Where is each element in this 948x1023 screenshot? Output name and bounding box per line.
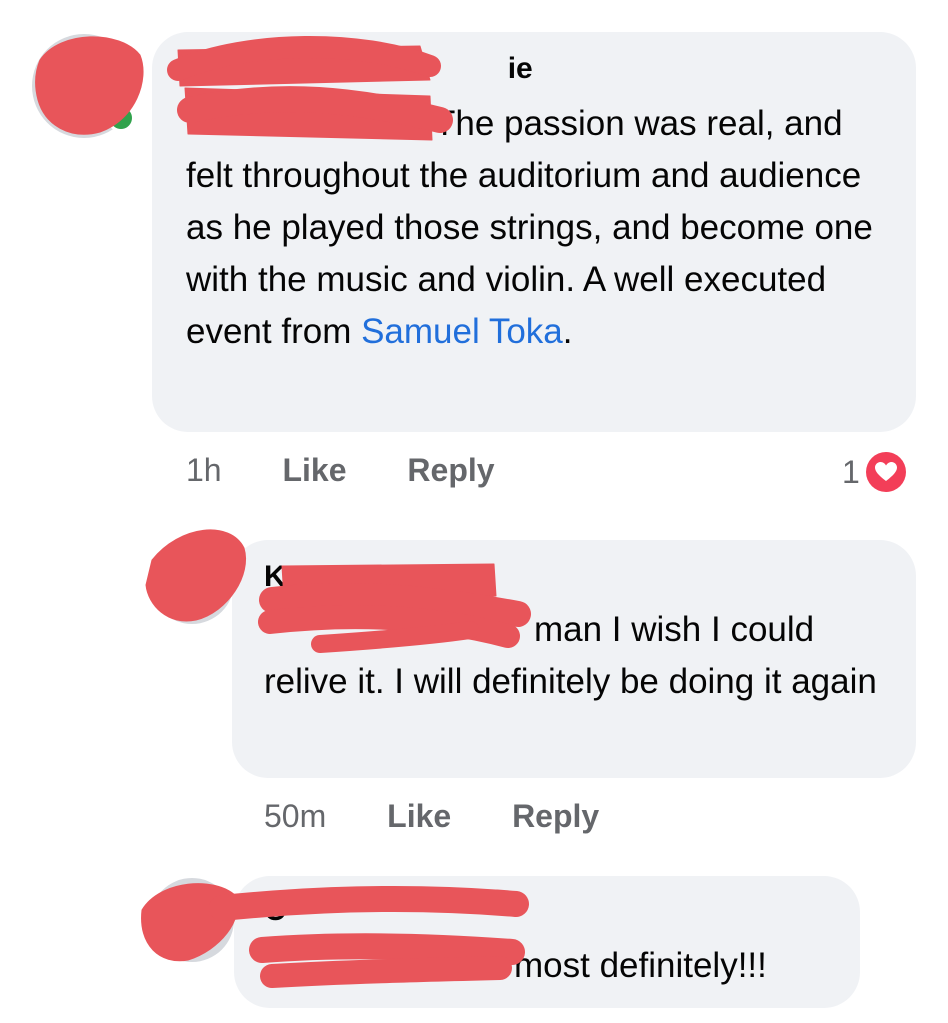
heart-icon — [865, 452, 906, 492]
comment-text: man I wish I could relive it. I will def… — [264, 604, 884, 708]
like-button[interactable]: Like — [387, 798, 451, 835]
online-status-indicator — [107, 104, 135, 132]
commenter-name[interactable]: K — [264, 560, 286, 594]
comment-actions: 1h Like Reply — [186, 452, 495, 489]
commenter-name[interactable]: C — [264, 894, 286, 928]
avatar[interactable] — [150, 878, 234, 962]
reaction-summary[interactable]: 1 — [842, 452, 906, 492]
mentioned-user[interactable] — [264, 940, 514, 992]
tagged-user-link[interactable]: Samuel Toka — [361, 312, 563, 351]
comment-text: most definitely!!! — [264, 940, 844, 992]
comment-timestamp[interactable]: 50m — [264, 798, 326, 835]
commenter-name[interactable]: C ie — [186, 52, 533, 86]
like-button[interactable]: Like — [282, 452, 346, 489]
reply-button[interactable]: Reply — [512, 798, 599, 835]
comment-end: . — [562, 312, 573, 351]
avatar[interactable] — [150, 540, 234, 624]
comment-timestamp[interactable]: 1h — [186, 452, 222, 489]
reaction-count: 1 — [842, 453, 860, 490]
comment-actions: 50m Like Reply — [264, 798, 599, 835]
mentioned-user[interactable] — [186, 98, 434, 150]
reply-button[interactable]: Reply — [407, 452, 494, 489]
mentioned-user[interactable] — [264, 604, 534, 656]
comment-text: The passion was real, and felt throughou… — [186, 98, 886, 358]
comment-body: most definitely!!! — [514, 946, 767, 985]
